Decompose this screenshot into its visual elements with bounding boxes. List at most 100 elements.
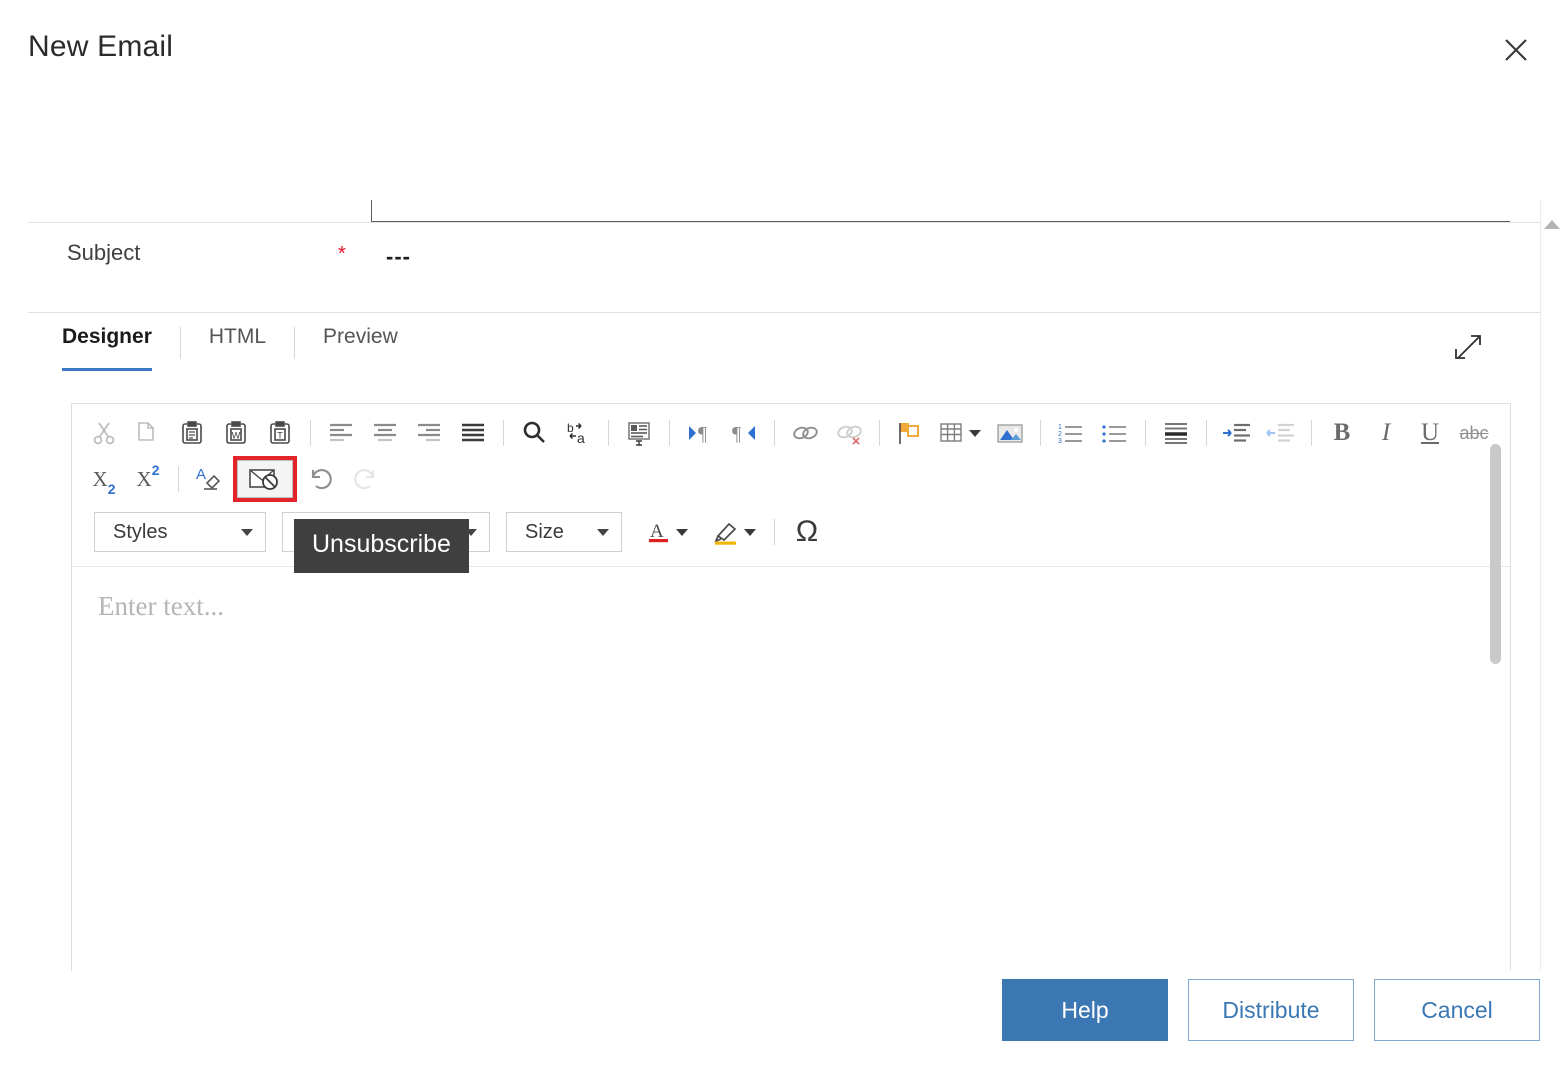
chevron-down-icon (744, 528, 756, 536)
toolbar-separator (1145, 420, 1146, 446)
insert-image-icon[interactable] (988, 413, 1032, 453)
rich-text-editor: W T b a ¶ ¶ 1 2 3 B I U abc X 2 X 2 A St… (71, 403, 1511, 971)
superscript-label: X (136, 466, 152, 491)
italic-icon[interactable]: I (1364, 413, 1408, 453)
align-left-icon[interactable] (319, 413, 363, 453)
tab-preview-label: Preview (323, 325, 398, 348)
subject-label: Subject (67, 240, 141, 265)
dialog-body: Subject * --- Designer HTML Preview W T … (0, 100, 1560, 971)
copy-icon[interactable] (126, 413, 170, 453)
subscript-index: 2 (107, 481, 116, 497)
svg-text:W: W (232, 431, 241, 441)
subject-row: Subject * --- (0, 240, 1560, 290)
tab-html[interactable]: HTML (181, 325, 294, 373)
chevron-down-icon (241, 528, 253, 536)
subject-value[interactable]: --- (386, 244, 411, 270)
toolbar-separator (1040, 420, 1041, 446)
text-direction-rtl-icon[interactable]: ¶ (722, 413, 766, 453)
recipient-field-partial[interactable] (371, 200, 1510, 222)
text-color-icon: A (649, 521, 668, 543)
block-quote-icon[interactable] (1154, 413, 1198, 453)
email-body-editable[interactable]: Enter text... (72, 567, 1510, 971)
bold-label: B (1333, 419, 1351, 446)
align-center-icon[interactable] (363, 413, 407, 453)
toolbar-separator (669, 420, 670, 446)
find-icon[interactable] (512, 413, 556, 453)
select-all-icon[interactable] (617, 413, 661, 453)
svg-text:A: A (196, 466, 206, 483)
chevron-down-icon (676, 528, 688, 536)
paste-icon[interactable] (170, 413, 214, 453)
bold-icon[interactable]: B (1320, 413, 1364, 453)
svg-text:T: T (277, 431, 283, 441)
anchor-flag-icon[interactable] (888, 413, 932, 453)
styles-dropdown-label: Styles (113, 520, 168, 543)
expand-diagonal-icon[interactable] (1448, 328, 1488, 368)
help-button[interactable]: Help (1002, 979, 1168, 1041)
outdent-icon[interactable] (1259, 413, 1303, 453)
tab-html-label: HTML (208, 325, 267, 348)
insert-table-icon[interactable] (932, 413, 988, 453)
paste-from-word-icon[interactable]: W (214, 413, 258, 453)
text-direction-ltr-icon[interactable]: ¶ (678, 413, 722, 453)
numbered-list-icon[interactable]: 123 (1049, 413, 1093, 453)
toolbar-separator (608, 420, 609, 446)
svg-text:¶: ¶ (698, 423, 707, 445)
remove-link-icon[interactable] (827, 413, 871, 453)
tab-designer[interactable]: Designer (28, 325, 180, 373)
highlight-color-button[interactable] (702, 512, 760, 552)
undo-icon[interactable] (299, 459, 343, 499)
align-right-icon[interactable] (407, 413, 451, 453)
superscript-icon[interactable]: X2 (126, 459, 170, 499)
text-color-button[interactable]: A (636, 512, 692, 552)
styles-dropdown[interactable]: Styles (94, 512, 266, 552)
editor-scrollbar-thumb[interactable] (1490, 444, 1501, 664)
tooltip-unsubscribe: Unsubscribe (294, 519, 469, 573)
bulleted-list-icon[interactable] (1093, 413, 1137, 453)
distribute-button[interactable]: Distribute (1188, 979, 1354, 1041)
size-dropdown[interactable]: Size (506, 512, 622, 552)
editor-tabs: Designer HTML Preview (28, 325, 426, 373)
scroll-up-arrow-icon[interactable] (1544, 220, 1560, 229)
remove-format-icon[interactable]: A (187, 459, 231, 499)
new-email-dialog: New Email Subject * --- Designer HTML Pr… (0, 0, 1560, 1087)
unsubscribe-icon[interactable] (233, 456, 297, 502)
editor-toolbar: W T b a ¶ ¶ 1 2 3 B I U abc X 2 X 2 A St… (72, 404, 1510, 567)
chevron-down-icon[interactable] (969, 429, 981, 437)
toolbar-row-1: W T b a ¶ ¶ 1 2 3 B I U abc (72, 410, 1510, 456)
subscript-label: X (92, 466, 108, 491)
required-marker: * (338, 243, 346, 265)
underline-icon[interactable]: U (1408, 413, 1452, 453)
superscript-index: 2 (151, 462, 160, 478)
tab-preview[interactable]: Preview (295, 325, 426, 373)
svg-text:¶: ¶ (732, 423, 741, 445)
toolbar-row-2: X2 X2 A (72, 456, 1510, 502)
toolbar-separator (310, 420, 311, 446)
dialog-header: New Email (0, 0, 1560, 100)
close-icon[interactable] (1494, 28, 1538, 72)
toolbar-separator (1311, 420, 1312, 446)
indent-icon[interactable] (1215, 413, 1259, 453)
dialog-scrollbar[interactable] (1540, 200, 1560, 971)
justify-icon[interactable] (451, 413, 495, 453)
insert-link-icon[interactable] (783, 413, 827, 453)
svg-text:A: A (650, 521, 664, 542)
toolbar-separator (774, 519, 775, 545)
subscript-icon[interactable]: X2 (82, 459, 126, 499)
cut-icon[interactable] (82, 413, 126, 453)
toolbar-separator (1206, 420, 1207, 446)
page-title: New Email (28, 30, 174, 63)
redo-icon[interactable] (343, 459, 387, 499)
svg-text:2: 2 (1058, 431, 1062, 438)
cancel-button[interactable]: Cancel (1374, 979, 1540, 1041)
replace-icon[interactable]: b a (556, 413, 600, 453)
strikethrough-label: abc (1459, 422, 1489, 443)
svg-text:1: 1 (1058, 424, 1062, 431)
special-character-button[interactable]: Ω (783, 517, 831, 547)
size-dropdown-label: Size (525, 520, 564, 543)
divider-top (28, 222, 1540, 223)
toolbar-separator (879, 420, 880, 446)
dialog-footer: Help Distribute Cancel (0, 971, 1560, 1087)
paste-as-plain-text-icon[interactable]: T (258, 413, 302, 453)
svg-text:a: a (577, 430, 585, 446)
